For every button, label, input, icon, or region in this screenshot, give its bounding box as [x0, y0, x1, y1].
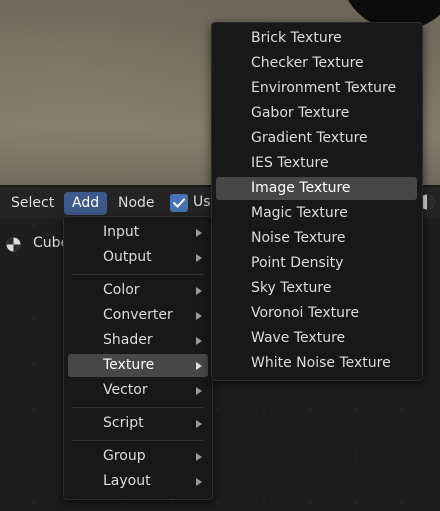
select-menu[interactable]: Select: [3, 192, 62, 215]
submenu-item-voronoi-texture[interactable]: Voronoi Texture: [216, 302, 417, 325]
grid-dot: [33, 409, 35, 411]
submenu-item-brick-texture[interactable]: Brick Texture: [216, 27, 417, 50]
submenu-item-point-density[interactable]: Point Density: [216, 252, 417, 275]
submenu-arrow-icon: [196, 420, 202, 428]
menu-item-layout[interactable]: Layout: [68, 470, 208, 493]
submenu-arrow-icon: [196, 229, 202, 237]
submenu-arrow-icon: [196, 254, 202, 262]
menu-separator: [72, 407, 204, 408]
menu-item-input[interactable]: Input: [68, 221, 208, 244]
grid-dot: [355, 455, 357, 457]
grid-dot: [33, 501, 35, 503]
grid-dot: [401, 455, 403, 457]
submenu-item-magic-texture[interactable]: Magic Texture: [216, 202, 417, 225]
grid-dot: [33, 225, 35, 227]
menu-item-converter[interactable]: Converter: [68, 304, 208, 327]
texture-submenu: Brick Texture Checker Texture Environmen…: [211, 22, 423, 381]
grid-dot: [33, 317, 35, 319]
use-nodes-checkbox[interactable]: [170, 194, 188, 212]
submenu-item-gradient-texture[interactable]: Gradient Texture: [216, 127, 417, 150]
add-menu[interactable]: Add: [64, 192, 108, 215]
submenu-arrow-icon: [196, 387, 202, 395]
submenu-item-sky-texture[interactable]: Sky Texture: [216, 277, 417, 300]
grid-dot: [355, 409, 357, 411]
grid-dot: [263, 501, 265, 503]
grid-dot: [309, 501, 311, 503]
grid-dot: [309, 409, 311, 411]
submenu-arrow-icon: [196, 337, 202, 345]
submenu-item-white-noise-texture[interactable]: White Noise Texture: [216, 352, 417, 375]
grid-dot: [171, 501, 173, 503]
submenu-item-environment-texture[interactable]: Environment Texture: [216, 77, 417, 100]
submenu-arrow-icon: [196, 287, 202, 295]
submenu-arrow-icon: [196, 312, 202, 320]
grid-dot: [401, 501, 403, 503]
submenu-item-checker-texture[interactable]: Checker Texture: [216, 52, 417, 75]
blender-node-editor: Select Add Node Use Cube Input Output Co…: [0, 0, 440, 511]
grid-dot: [217, 409, 219, 411]
menu-item-output[interactable]: Output: [68, 246, 208, 269]
material-icon: [5, 236, 22, 253]
submenu-item-noise-texture[interactable]: Noise Texture: [216, 227, 417, 250]
menu-item-script[interactable]: Script: [68, 412, 208, 435]
grid-dot: [217, 501, 219, 503]
grid-dot: [309, 455, 311, 457]
menu-item-vector[interactable]: Vector: [68, 379, 208, 402]
menu-item-group[interactable]: Group: [68, 445, 208, 468]
menu-item-texture[interactable]: Texture: [68, 354, 208, 377]
grid-dot: [401, 409, 403, 411]
submenu-arrow-icon: [196, 453, 202, 461]
menu-separator: [72, 274, 204, 275]
grid-dot: [263, 409, 265, 411]
submenu-item-wave-texture[interactable]: Wave Texture: [216, 327, 417, 350]
submenu-item-gabor-texture[interactable]: Gabor Texture: [216, 102, 417, 125]
grid-dot: [33, 363, 35, 365]
grid-dot: [355, 501, 357, 503]
grid-dot: [33, 271, 35, 273]
checkmark-icon: [173, 198, 185, 208]
grid-dot: [125, 501, 127, 503]
submenu-item-image-texture[interactable]: Image Texture: [216, 177, 417, 200]
submenu-arrow-icon: [196, 362, 202, 370]
menu-item-shader[interactable]: Shader: [68, 329, 208, 352]
grid-dot: [263, 455, 265, 457]
grid-dot: [33, 455, 35, 457]
submenu-arrow-icon: [196, 478, 202, 486]
grid-dot: [217, 455, 219, 457]
add-menu-dropdown: Input Output Color Converter Shader Text…: [63, 216, 213, 500]
menu-separator: [72, 440, 204, 441]
submenu-item-ies-texture[interactable]: IES Texture: [216, 152, 417, 175]
node-menu[interactable]: Node: [110, 192, 163, 215]
menu-item-color[interactable]: Color: [68, 279, 208, 302]
grid-dot: [79, 501, 81, 503]
